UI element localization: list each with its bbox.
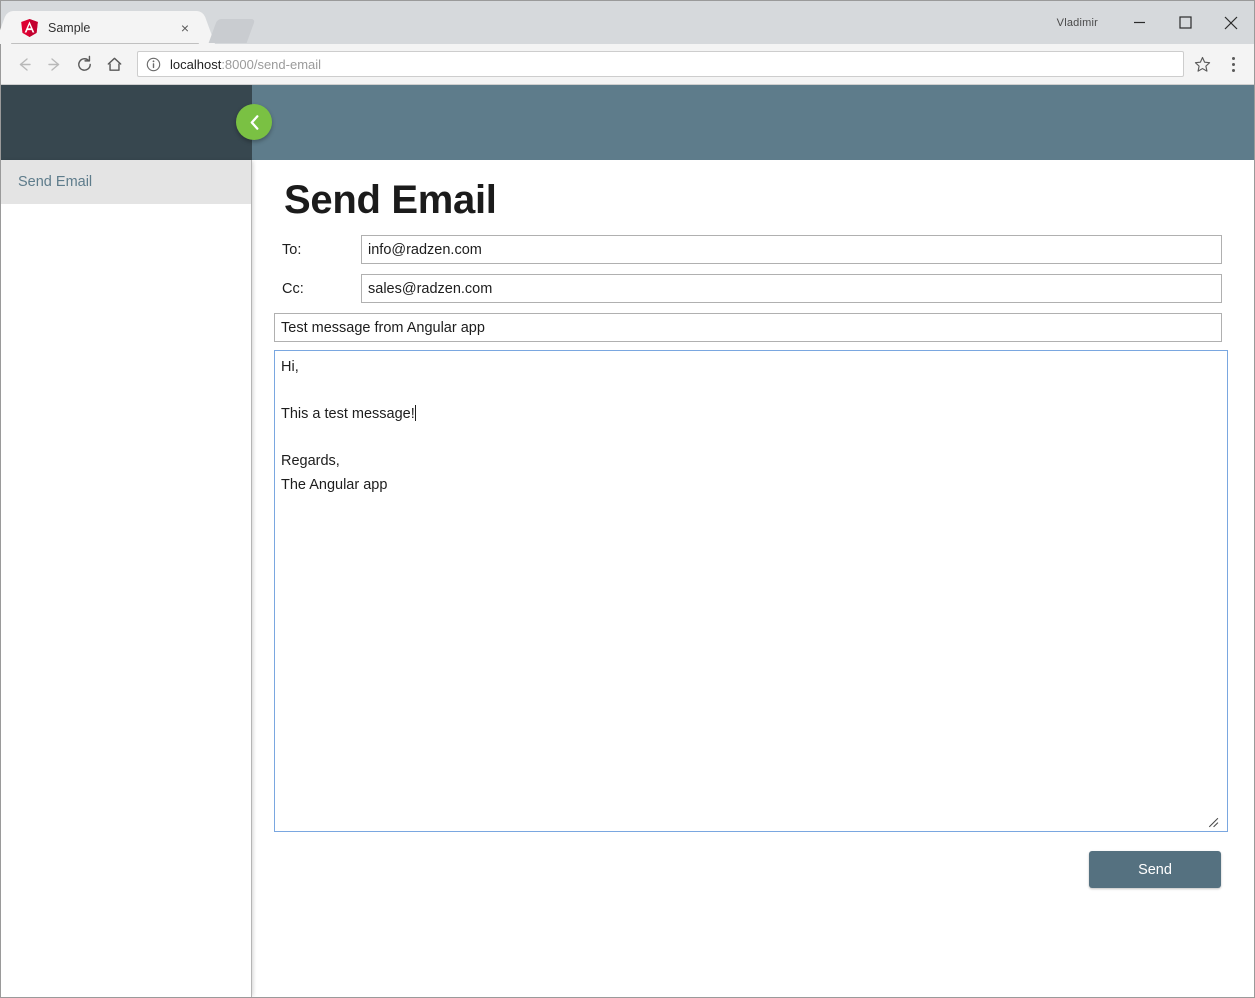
close-icon bbox=[1224, 16, 1238, 29]
message-body-text-head: Hi, This a test message! bbox=[281, 359, 415, 422]
address-bar[interactable]: localhost:8000/send-email bbox=[137, 51, 1184, 77]
cc-label: Cc: bbox=[282, 280, 304, 297]
window-user-label: Vladimir bbox=[1056, 16, 1098, 29]
back-arrow-icon bbox=[19, 57, 31, 71]
chevron-left-icon bbox=[250, 114, 258, 130]
reload-button[interactable] bbox=[69, 49, 99, 79]
angular-logo-icon bbox=[21, 18, 38, 37]
url-path: :8000/send-email bbox=[221, 56, 322, 72]
home-button[interactable] bbox=[99, 49, 129, 79]
subject-input[interactable] bbox=[274, 313, 1222, 342]
form-row-to: To: bbox=[268, 235, 1222, 264]
form-actions: Send bbox=[268, 851, 1222, 888]
sidebar-item-label: Send Email bbox=[18, 174, 93, 190]
close-window-button[interactable] bbox=[1208, 7, 1254, 39]
form-row-subject bbox=[268, 313, 1222, 342]
to-input[interactable] bbox=[361, 235, 1222, 264]
app-header-brand bbox=[1, 85, 252, 160]
site-info-icon[interactable] bbox=[146, 57, 161, 72]
address-bar-url: localhost:8000/send-email bbox=[170, 57, 321, 72]
maximize-icon bbox=[1178, 16, 1192, 29]
new-tab-button[interactable] bbox=[208, 19, 256, 43]
three-dot-menu-icon bbox=[1231, 68, 1235, 72]
minimize-icon bbox=[1133, 21, 1145, 24]
back-button[interactable] bbox=[9, 49, 39, 79]
message-body-text-tail: Regards, The Angular app bbox=[281, 453, 388, 493]
window-controls: Vladimir bbox=[1057, 1, 1254, 44]
minimize-button[interactable] bbox=[1116, 7, 1162, 39]
text-caret bbox=[414, 405, 416, 421]
forward-button[interactable] bbox=[39, 49, 69, 79]
sidebar-toggle-button[interactable] bbox=[236, 104, 272, 140]
tab-strip: Sample × Vladimir bbox=[1, 1, 1254, 44]
three-dot-menu-icon bbox=[1231, 62, 1235, 66]
message-body-textarea[interactable]: Hi, This a test message! Regards, The An… bbox=[274, 350, 1228, 832]
home-icon bbox=[107, 57, 121, 71]
browser-menu-button[interactable] bbox=[1220, 49, 1246, 79]
tab-close-icon[interactable]: × bbox=[177, 20, 193, 36]
forward-arrow-icon bbox=[47, 57, 59, 71]
app-header bbox=[1, 85, 1254, 160]
tab-title: Sample bbox=[48, 20, 91, 35]
message-body-wrapper: Hi, This a test message! Regards, The An… bbox=[268, 350, 1228, 832]
star-icon bbox=[1194, 56, 1210, 72]
cc-input[interactable] bbox=[361, 274, 1222, 303]
form-row-cc: Cc: bbox=[268, 274, 1222, 303]
sidebar-item-send-email[interactable]: Send Email bbox=[1, 160, 251, 204]
reload-icon bbox=[77, 55, 91, 71]
browser-window: Sample × Vladimir localhost:8000/send-em… bbox=[0, 0, 1255, 998]
send-button[interactable]: Send bbox=[1089, 851, 1221, 888]
to-label: To: bbox=[282, 241, 302, 258]
url-host: localhost bbox=[170, 56, 222, 72]
page-content: Send Email To: Cc: Hi, This a test messa… bbox=[253, 160, 1254, 997]
maximize-button[interactable] bbox=[1162, 7, 1208, 39]
bookmark-button[interactable] bbox=[1188, 51, 1216, 77]
three-dot-menu-icon bbox=[1231, 56, 1235, 60]
page-viewport: Send Email Send Email To: Cc: Hi, This a… bbox=[1, 85, 1254, 997]
app-sidebar: Send Email bbox=[1, 160, 252, 997]
browser-tab[interactable]: Sample × bbox=[9, 11, 201, 44]
page-title: Send Email bbox=[284, 178, 497, 222]
browser-toolbar: localhost:8000/send-email bbox=[1, 44, 1254, 85]
